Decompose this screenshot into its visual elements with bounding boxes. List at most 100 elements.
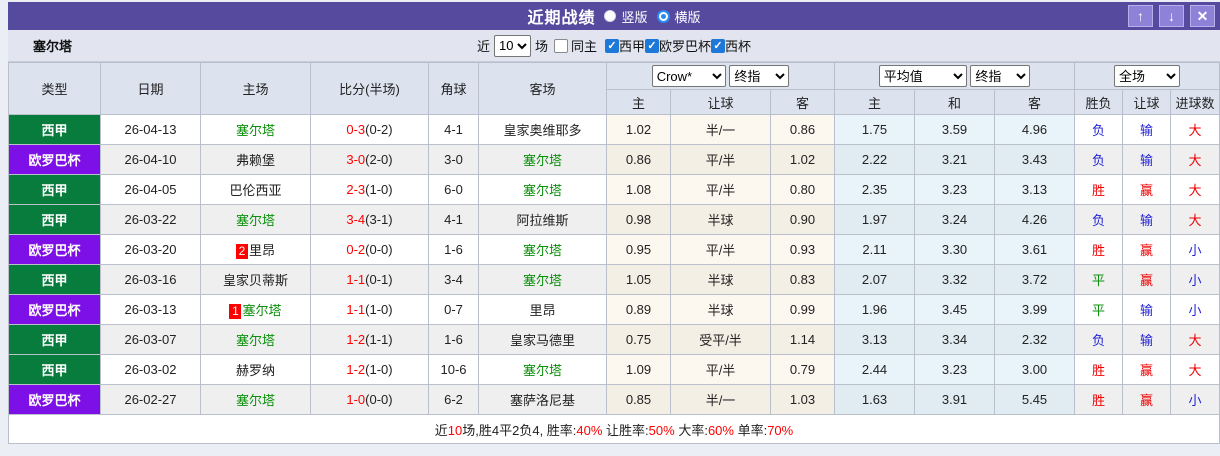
match-date: 26-03-16: [100, 264, 201, 295]
rank-badge: 1: [229, 304, 242, 319]
handicap-line: 半球: [670, 204, 771, 235]
corner-score: 10-6: [428, 354, 479, 385]
crow-away-odds: 0.99: [769, 294, 836, 325]
handicap-line: 平/半: [670, 234, 771, 265]
league-badge: 欧罗巴杯: [8, 294, 101, 325]
away-team: 里昂: [478, 294, 607, 325]
header-home: 主场: [200, 62, 311, 115]
league-label-europa[interactable]: 欧罗巴杯: [659, 36, 711, 55]
crow-away-odds: 0.93: [769, 234, 836, 265]
average-index-select[interactable]: 终指: [970, 65, 1031, 87]
same-home-checkbox[interactable]: [553, 38, 568, 53]
subheader-crow-home: 主: [606, 89, 671, 115]
result-goals: 大: [1170, 114, 1220, 145]
result-outcome: 负: [1074, 114, 1124, 145]
full-match-select[interactable]: 全场: [1114, 65, 1181, 87]
corner-score: 0-7: [428, 294, 479, 325]
results-table: 类型 日期 主场 比分(半场) 角球 客场 Crow* 终指 平均值 终指 全场: [7, 62, 1220, 444]
league-checkbox-copa[interactable]: ✓: [711, 38, 726, 53]
title-bar: 近期战绩 竖版 横版 ↑ ↓ ✕: [8, 2, 1220, 30]
summary-value: 10: [447, 422, 463, 438]
result-handicap: 输: [1122, 114, 1172, 145]
match-row: 西甲 26-04-05 巴伦西亚 2-3(1-0) 6-0 塞尔塔 1.08 平/半 0.80 2…: [8, 174, 1220, 205]
league-checkbox-europa[interactable]: ✓: [645, 38, 660, 53]
avg-home-odds: 1.96: [834, 294, 916, 325]
result-outcome: 负: [1074, 324, 1124, 355]
header-corner: 角球: [428, 62, 479, 115]
league-checkbox-laliga[interactable]: ✓: [605, 38, 619, 53]
summary-value: 60%: [707, 422, 734, 438]
score: 2-3(1-0): [310, 174, 429, 205]
close-button[interactable]: ✕: [1190, 5, 1215, 27]
summary-value: 40%: [576, 422, 603, 438]
league-label-laliga[interactable]: 西甲: [619, 36, 645, 55]
league-badge: 西甲: [8, 174, 101, 205]
handicap-line: 受平/半: [670, 324, 771, 355]
avg-home-odds: 2.44: [834, 354, 916, 385]
move-up-button[interactable]: ↑: [1128, 5, 1153, 27]
score: 1-1(0-1): [310, 264, 429, 295]
avg-draw-odds: 3.45: [914, 294, 996, 325]
move-down-button[interactable]: ↓: [1159, 5, 1184, 27]
crow-away-odds: 1.14: [769, 324, 836, 355]
bookmaker-index-select[interactable]: 终指: [729, 65, 790, 87]
avg-draw-odds: 3.32: [914, 264, 996, 295]
home-team: 皇家贝蒂斯: [200, 264, 311, 295]
league-badge: 欧罗巴杯: [8, 234, 101, 265]
rank-badge: 2: [235, 244, 248, 259]
header-type: 类型: [8, 62, 101, 115]
crow-away-odds: 0.86: [769, 114, 836, 145]
layout-radio-vertical[interactable]: 竖版: [604, 7, 648, 26]
result-goals: 小: [1170, 384, 1220, 415]
corner-score: 4-1: [428, 114, 479, 145]
score: 1-0(0-0): [310, 384, 429, 415]
result-outcome: 胜: [1074, 234, 1124, 265]
avg-home-odds: 2.35: [834, 174, 916, 205]
header-date: 日期: [100, 62, 201, 115]
same-home-label[interactable]: 同主: [571, 36, 597, 55]
radio-vertical-icon[interactable]: [604, 10, 617, 22]
avg-away-odds: 3.72: [994, 264, 1076, 295]
league-badge: 西甲: [8, 354, 101, 385]
away-team: 皇家奥维耶多: [478, 114, 607, 145]
near-label: 近: [476, 39, 490, 54]
team-name: 塞尔塔: [33, 39, 73, 54]
avg-draw-odds: 3.21: [914, 144, 996, 175]
league-badge: 西甲: [8, 324, 101, 355]
avg-away-odds: 3.13: [994, 174, 1076, 205]
away-team: 塞萨洛尼基: [478, 384, 607, 415]
league-badge: 欧罗巴杯: [8, 384, 101, 415]
radio-vertical-label[interactable]: 竖版: [621, 7, 647, 26]
corner-score: 4-1: [428, 204, 479, 235]
league-label-copa[interactable]: 西杯: [725, 36, 751, 55]
filter-bar: 塞尔塔 近 10 场 同主 ✓ 西甲 ✓ 欧罗巴杯 ✓ 西杯: [8, 30, 1220, 62]
recent-count-select[interactable]: 10: [493, 34, 531, 57]
match-row: 欧罗巴杯 26-03-20 2 里昂 0-2(0-0) 1-6 塞尔塔 0.95 平/半 0.93…: [8, 234, 1220, 265]
crow-home-odds: 0.75: [606, 324, 671, 355]
radio-horizontal-label[interactable]: 横版: [675, 7, 701, 26]
avg-away-odds: 5.45: [994, 384, 1076, 415]
league-badge: 西甲: [8, 204, 101, 235]
away-team: 塞尔塔: [478, 144, 607, 175]
result-handicap: 赢: [1122, 264, 1172, 295]
average-select[interactable]: 平均值: [878, 65, 967, 87]
bookmaker-select[interactable]: Crow*: [651, 65, 726, 87]
crow-home-odds: 0.86: [606, 144, 671, 175]
result-goals: 大: [1170, 174, 1220, 205]
bookmaker-select-cell: Crow* 终指: [605, 62, 836, 90]
summary-value: 70%: [767, 422, 794, 438]
radio-horizontal-icon[interactable]: [656, 9, 670, 23]
match-date: 26-03-22: [100, 204, 201, 235]
crow-home-odds: 1.08: [606, 174, 671, 205]
crow-away-odds: 0.79: [769, 354, 836, 385]
layout-radio-horizontal[interactable]: 横版: [656, 7, 701, 26]
result-outcome: 胜: [1074, 174, 1124, 205]
corner-score: 1-6: [428, 234, 479, 265]
result-outcome: 负: [1074, 204, 1124, 235]
match-row: 西甲 26-03-16 皇家贝蒂斯 1-1(0-1) 3-4 塞尔塔 1.05 半球 0.83 2…: [8, 264, 1220, 295]
away-team: 皇家马德里: [478, 324, 607, 355]
result-goals: 小: [1170, 264, 1220, 295]
home-team: 赫罗纳: [200, 354, 311, 385]
crow-home-odds: 0.89: [606, 294, 671, 325]
avg-draw-odds: 3.30: [914, 234, 996, 265]
